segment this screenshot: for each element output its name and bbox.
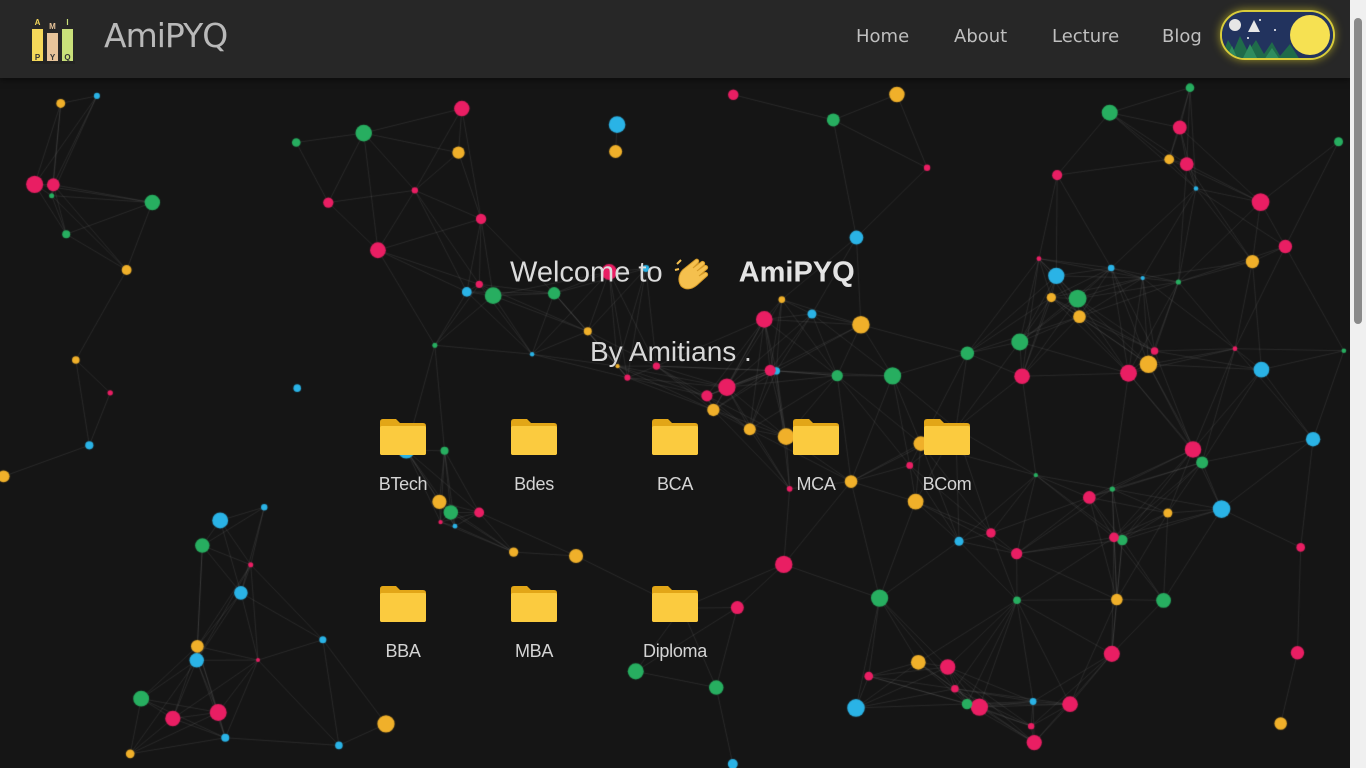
folder-icon (793, 419, 839, 455)
course-label: MBA (514, 641, 554, 661)
course-label: MCA (796, 474, 836, 494)
byline-text: By Amitians . (590, 336, 752, 367)
course-label: BTech (378, 474, 428, 494)
course-folder-bcom[interactable]: BCom (892, 418, 1002, 495)
course-folder-mca[interactable]: MCA (761, 418, 871, 495)
welcome-prefix: Welcome to (510, 256, 663, 289)
logo-letter: P (35, 53, 41, 62)
course-label: BCom (922, 474, 972, 494)
folder-icon (652, 586, 698, 622)
course-label: Bdes (514, 474, 554, 494)
amipyq-logo[interactable]: A M I P Y Q (30, 15, 76, 65)
folder-icon (924, 419, 970, 455)
logo-letter: I (66, 18, 68, 27)
folder-icon (380, 419, 426, 455)
nav-link-blog[interactable]: Blog (1162, 26, 1202, 47)
course-label: BCA (656, 474, 694, 494)
top-navbar: A M I P Y Q AmiPYQ Home About Lecture Bl… (0, 0, 1350, 78)
course-folder-bca[interactable]: BCA (620, 418, 730, 495)
folder-icon (380, 586, 426, 622)
logo-letter: M (49, 22, 56, 31)
waving-hand-icon (674, 258, 708, 290)
theme-toggle[interactable] (1220, 10, 1335, 60)
scrollbar-thumb[interactable] (1354, 18, 1362, 324)
course-label: BBA (385, 641, 421, 661)
folder-icon (652, 419, 698, 455)
nav-link-lecture[interactable]: Lecture (1052, 26, 1119, 47)
sun-icon (1290, 15, 1330, 55)
welcome-heading: Welcome to AmiPYQ (510, 256, 855, 292)
folder-icon (511, 419, 557, 455)
nav-link-home[interactable]: Home (856, 26, 909, 47)
course-folder-bdes[interactable]: Bdes (479, 418, 589, 495)
logo-letter: Q (64, 53, 70, 62)
vertical-scrollbar[interactable] (1350, 0, 1366, 768)
logo-letter: A (35, 18, 41, 27)
course-folder-mba[interactable]: MBA (479, 585, 589, 662)
folder-icon (511, 586, 557, 622)
course-folder-btech[interactable]: BTech (348, 418, 458, 495)
welcome-brand: AmiPYQ (738, 256, 855, 289)
nav-link-about[interactable]: About (954, 26, 1007, 47)
course-label: Diploma (643, 641, 707, 661)
course-folder-bba[interactable]: BBA (348, 585, 458, 662)
course-folder-diploma[interactable]: Diploma (620, 585, 730, 662)
brand-title[interactable]: AmiPYQ (104, 16, 228, 55)
logo-letter: Y (50, 53, 56, 62)
